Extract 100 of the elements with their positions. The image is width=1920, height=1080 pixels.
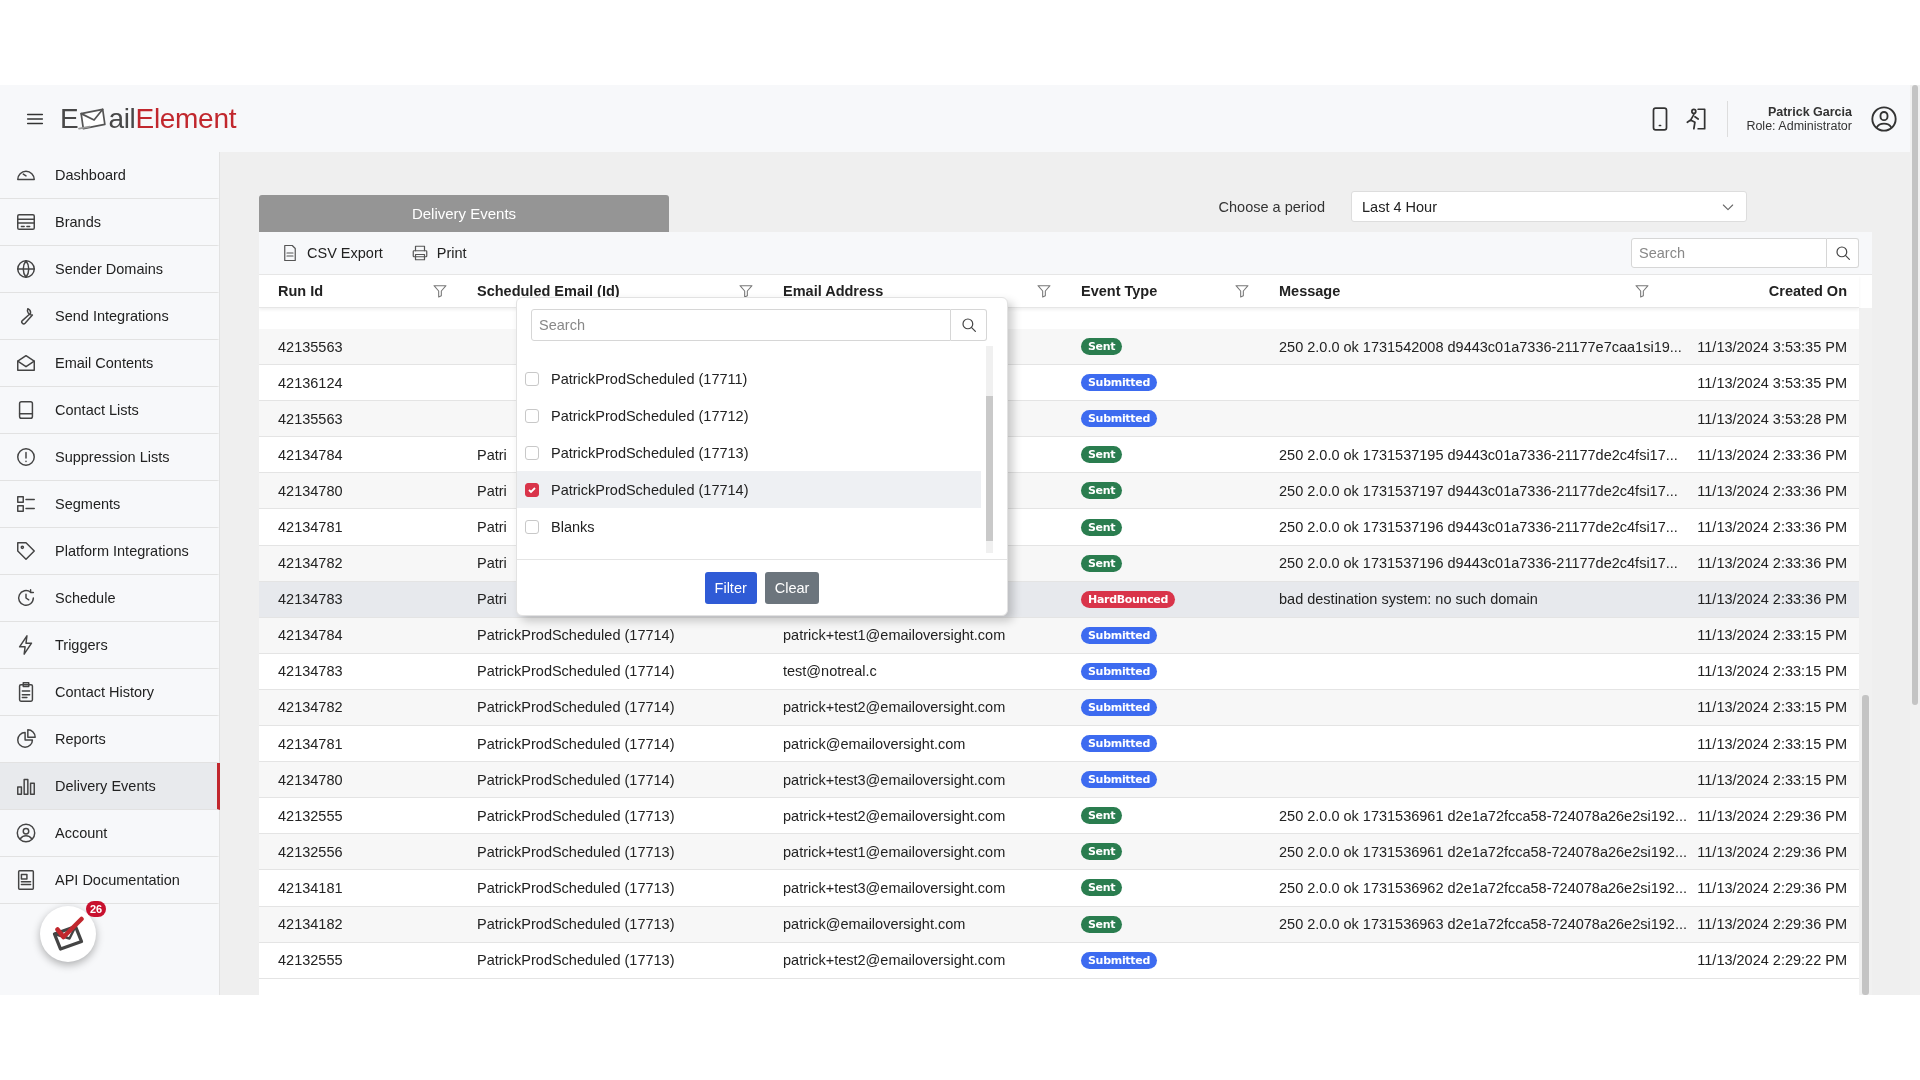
export-button[interactable]: CSV Export: [277, 242, 387, 264]
table-cell: 42132556: [278, 843, 343, 860]
table-cell: 42134181: [278, 879, 343, 896]
period-label: Choose a period: [1218, 198, 1325, 215]
table-cell: Patri: [477, 555, 507, 572]
table-cell: 11/13/2024 2:33:36 PM: [1697, 519, 1847, 535]
table-cell: PatrickProdScheduled (17714): [477, 627, 675, 644]
clear-button[interactable]: Clear: [764, 571, 820, 604]
status-badge: Sent: [1081, 843, 1123, 861]
filter-icon[interactable]: [1234, 283, 1250, 299]
table-cell: 11/13/2024 2:33:36 PM: [1697, 482, 1847, 499]
checkbox[interactable]: [525, 371, 539, 386]
table-row[interactable]: 42134784 PatrickProdScheduled (17714) patrick+test1@emailoversight.com Submitted 11/13/2024 2:33:15 PM: [259, 617, 1859, 654]
status-badge: Submitted: [1081, 699, 1157, 716]
filter-option[interactable]: PatrickProdScheduled (17714): [517, 471, 981, 508]
column-header: Created On: [1768, 283, 1847, 299]
print-button[interactable]: Print: [406, 242, 471, 264]
checkbox[interactable]: [525, 519, 539, 534]
table-cell: PatrickProdScheduled (17714): [477, 663, 675, 680]
table-cell: 11/13/2024 2:33:15 PM: [1697, 771, 1847, 788]
table-cell: test@notreal.c: [783, 663, 877, 680]
logo: E ailElement: [60, 102, 237, 135]
table-cell: 42134780: [278, 771, 343, 788]
table-cell: 11/13/2024 2:33:36 PM: [1697, 446, 1847, 463]
table-cell: 250 2.0.0 ok 1731537196 d9443c01a7336-21177de2c4fsi17...: [1279, 519, 1678, 535]
table-row[interactable]: 42134182 PatrickProdScheduled (17713) patrick@emailoversight.com Sent 250 2.0.0 ok 1731536963 d2e1a72fcca58-724078a26e2si192... 11/13/2024 2:29:36 PM: [259, 906, 1859, 943]
filter-icon[interactable]: [432, 283, 448, 299]
status-badge: Sent: [1081, 338, 1123, 356]
table-cell: patrick+test2@emailoversight.com: [783, 807, 1006, 824]
table-cell: 42134781: [278, 735, 343, 752]
table-cell: 250 2.0.0 ok 1731537196 d9443c01a7336-21177de2c4fsi17...: [1279, 555, 1678, 572]
search-icon: [959, 316, 978, 334]
table-cell: 250 2.0.0 ok 1731536961 d2e1a72fcca58-724078a26e2si192...: [1279, 807, 1687, 824]
table-row[interactable]: 42134780 PatrickProdScheduled (17714) patrick+test3@emailoversight.com Submitted 11/13/2024 2:33:15 PM: [259, 762, 1859, 799]
table-cell: 11/13/2024 2:29:36 PM: [1697, 916, 1847, 933]
table-cell: 42134784: [278, 627, 343, 644]
table-cell: 11/13/2024 2:29:36 PM: [1697, 843, 1847, 860]
table-row[interactable]: 42132556 PatrickProdScheduled (17713) patrick+test1@emailoversight.com Sent 250 2.0.0 ok 1731536961 d2e1a72fcca58-724078a26e2si192... 11/13/2024 2:29:36 PM: [259, 834, 1859, 871]
search-button[interactable]: [951, 309, 987, 341]
checkmark-icon: [527, 484, 537, 495]
table-row[interactable]: 42134782 PatrickProdScheduled (17714) patrick+test2@emailoversight.com Submitted 11/13/2024 2:33:15 PM: [259, 689, 1859, 727]
filter-icon[interactable]: [1634, 283, 1650, 299]
exclamation-icon: [15, 446, 37, 468]
table-cell: 250 2.0.0 ok 1731536961 d2e1a72fcca58-724078a26e2si192...: [1279, 843, 1687, 860]
column-header: Email Address: [783, 283, 884, 299]
notification-badge: 26: [86, 901, 107, 917]
table-cell: 42134784: [278, 446, 343, 463]
table-cell: 11/13/2024 2:33:15 PM: [1697, 627, 1847, 644]
status-badge: Submitted: [1081, 410, 1157, 428]
search-button[interactable]: [1827, 238, 1859, 268]
checkbox[interactable]: [525, 482, 539, 497]
table-cell: 42136124: [278, 374, 343, 391]
table-cell: 42132555: [278, 807, 343, 824]
sidebar-item[interactable]: Delivery Events: [0, 763, 220, 810]
table-cell: 11/13/2024 2:29:36 PM: [1697, 807, 1847, 824]
search-icon: [1833, 244, 1852, 262]
list-icon: [15, 493, 37, 515]
table-cell: 42134781: [278, 519, 343, 535]
table-cell: 250 2.0.0 ok 1731542008 d9443c01a7336-21177e7caa1si19...: [1279, 338, 1682, 355]
table-cell: 11/13/2024 2:29:36 PM: [1697, 879, 1847, 896]
table-cell: 11/13/2024 3:53:35 PM: [1697, 374, 1847, 391]
table-cell: 11/13/2024 2:29:22 PM: [1697, 952, 1847, 969]
user-role: Role: Administrator: [1746, 118, 1852, 133]
scrollbar[interactable]: [1859, 308, 1872, 995]
table-cell: patrick+test3@emailoversight.com: [783, 771, 1006, 788]
filter-icon[interactable]: [738, 283, 754, 299]
table-cell: PatrickProdScheduled (17714): [477, 771, 675, 788]
table-cell: 250 2.0.0 ok 1731536963 d2e1a72fcca58-724078a26e2si192...: [1279, 916, 1687, 933]
status-badge: Submitted: [1081, 771, 1157, 789]
filter-button[interactable]: Filter: [704, 571, 757, 604]
card-icon: [15, 211, 37, 233]
user-avatar-icon[interactable]: [1870, 104, 1898, 133]
table-cell: Patri: [477, 446, 507, 463]
table-cell: PatrickProdScheduled (17713): [477, 952, 675, 969]
user-name: Patrick Garcia: [1767, 104, 1852, 119]
checkbox[interactable]: [525, 408, 539, 423]
scrollbar[interactable]: [1910, 85, 1920, 995]
period-select[interactable]: Last 4 Hour: [1351, 191, 1747, 222]
column-header: Event Type: [1081, 283, 1158, 299]
search-field[interactable]: Search: [1631, 238, 1827, 268]
clock-icon: [15, 587, 37, 609]
table-cell: 42135563: [278, 410, 343, 427]
filter-option[interactable]: Blanks: [517, 508, 981, 545]
table-cell: 250 2.0.0 ok 1731537197 d9443c01a7336-21177de2c4fsi17...: [1279, 482, 1678, 499]
table-cell: 42135563: [278, 338, 343, 355]
table-cell: 250 2.0.0 ok 1731537195 d9443c01a7336-21177de2c4fsi17...: [1279, 446, 1678, 463]
status-badge: Sent: [1081, 554, 1123, 572]
table-cell: patrick+test2@emailoversight.com: [783, 699, 1006, 716]
status-badge: Submitted: [1081, 374, 1157, 392]
filter-icon[interactable]: [1036, 283, 1052, 299]
status-badge: Sent: [1081, 807, 1123, 825]
status-badge: Submitted: [1081, 735, 1157, 753]
tag-icon: [15, 540, 37, 562]
table-cell: 42134780: [278, 482, 343, 499]
globe-icon: [15, 258, 37, 280]
document-icon: [15, 869, 37, 891]
search-field[interactable]: Search: [531, 309, 951, 341]
table-cell: Patri: [477, 519, 507, 535]
checkbox[interactable]: [525, 445, 539, 460]
scrollbar[interactable]: [986, 346, 993, 553]
